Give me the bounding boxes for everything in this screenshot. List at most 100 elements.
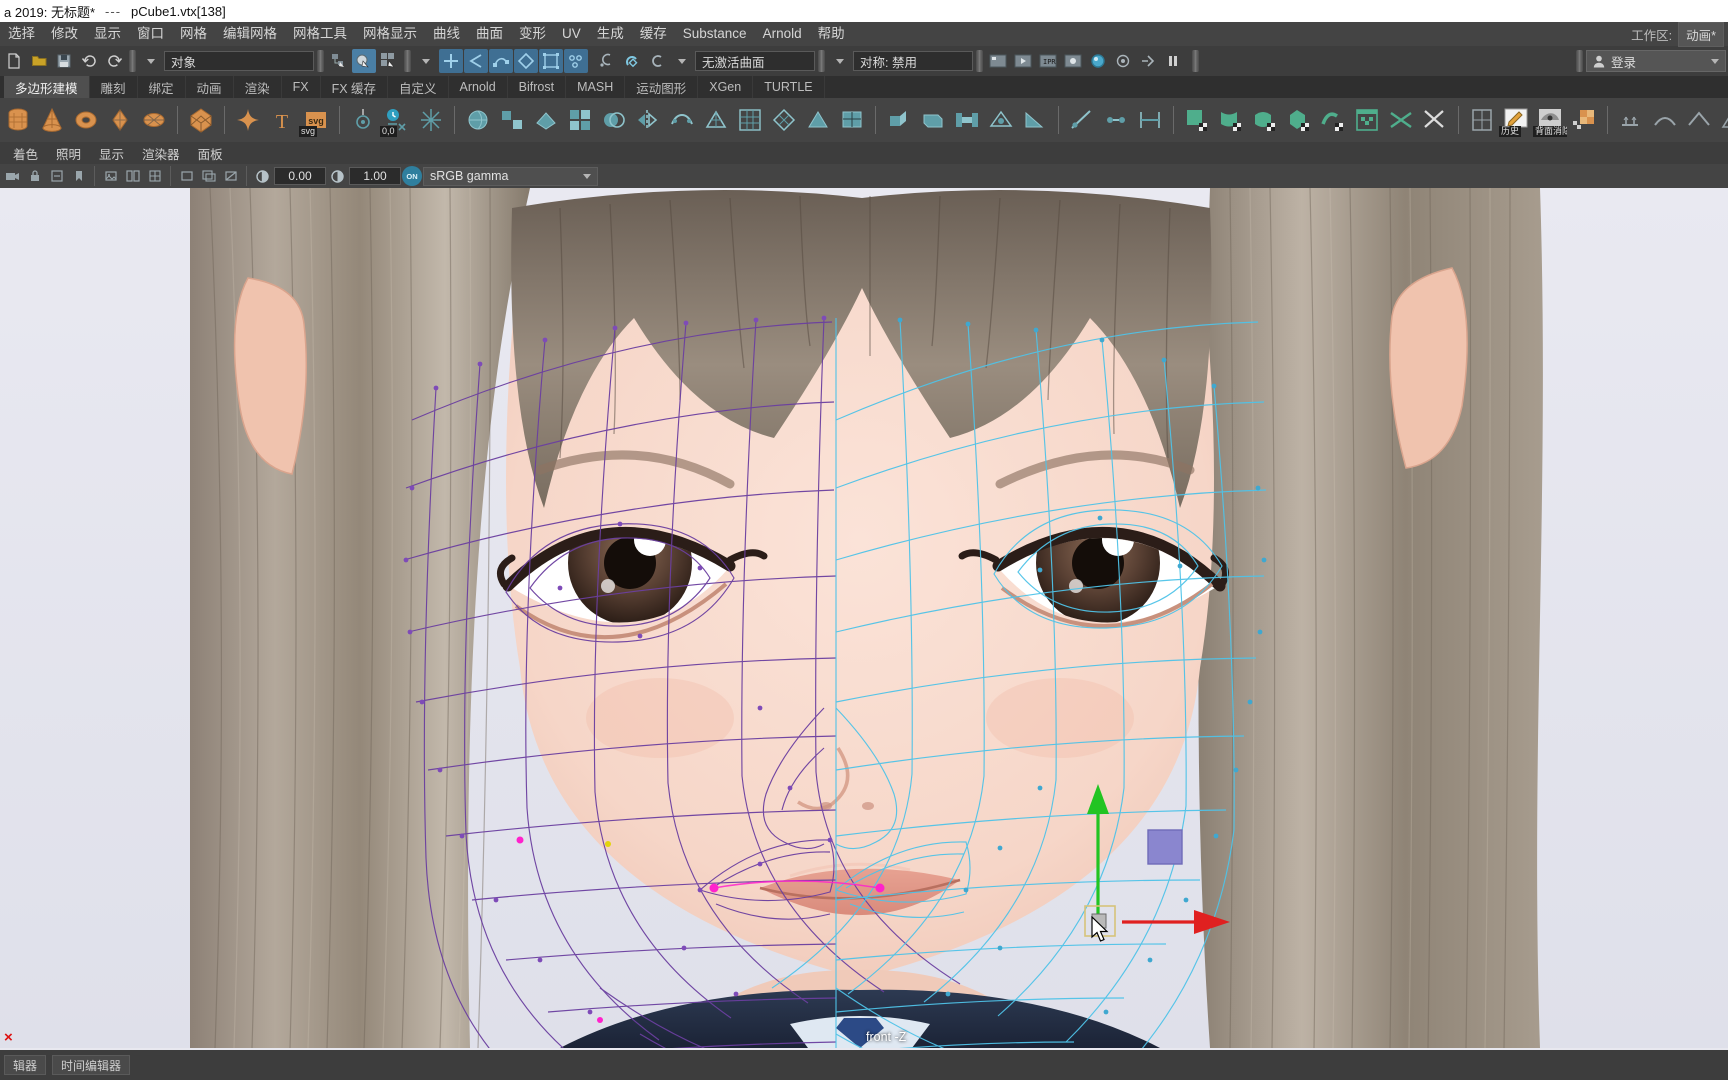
multi-cut-icon[interactable]	[1066, 104, 1098, 136]
shelf-tab-3[interactable]: 动画	[186, 76, 234, 98]
undo-icon[interactable]	[77, 49, 101, 73]
render-drag-handle[interactable]	[976, 50, 983, 72]
select-hierarchy-icon[interactable]	[327, 49, 351, 73]
menu-item-6[interactable]: 网格工具	[285, 23, 355, 45]
shelf-tab-2[interactable]: 绑定	[138, 76, 186, 98]
panel-menu-item-0[interactable]: 着色	[4, 142, 47, 165]
ipr-render-icon[interactable]	[1011, 49, 1035, 73]
snap-options-dropdown[interactable]	[414, 49, 438, 73]
poly-curve-tex-icon[interactable]	[1317, 104, 1349, 136]
active-surface-field[interactable]: 无激活曲面	[695, 51, 815, 71]
menu-item-5[interactable]: 编辑网格	[215, 23, 285, 45]
boolean-diff-icon[interactable]	[598, 104, 630, 136]
exposure-field[interactable]: 0.00	[274, 167, 326, 185]
menu-item-2[interactable]: 显示	[86, 23, 129, 45]
uv-merge-icon[interactable]	[1385, 104, 1417, 136]
viewport-3d[interactable]: front -Z ×	[0, 188, 1728, 1050]
crease-icon[interactable]	[1717, 104, 1728, 136]
film-gate-icon[interactable]	[176, 166, 197, 186]
poly-quad-draw-icon[interactable]	[1181, 104, 1213, 136]
mirror-geometry-icon[interactable]	[632, 104, 664, 136]
symmetry-dropdown[interactable]	[828, 49, 852, 73]
render-current-frame-icon[interactable]	[986, 49, 1010, 73]
menu-item-14[interactable]: Substance	[675, 23, 755, 45]
shelf-tab-5[interactable]: FX	[282, 76, 321, 98]
menu-item-10[interactable]: 变形	[511, 23, 554, 45]
select-component-icon[interactable]	[377, 49, 401, 73]
workspace-value[interactable]: 动画*	[1678, 21, 1724, 47]
poly-super-shape-icon[interactable]	[232, 104, 264, 136]
exposure-icon[interactable]	[252, 166, 273, 186]
gate-mask-icon[interactable]	[220, 166, 241, 186]
shelf-tab-0[interactable]: 多边形建模	[4, 76, 90, 98]
poly-torus-icon[interactable]	[70, 104, 102, 136]
poly-disc-icon[interactable]	[138, 104, 170, 136]
connect-icon[interactable]	[1134, 104, 1166, 136]
two-panes-icon[interactable]	[122, 166, 143, 186]
shelf-tab-1[interactable]: 雕刻	[90, 76, 138, 98]
shelf-tab-9[interactable]: Bifrost	[508, 76, 567, 98]
snap-view-plane-icon[interactable]	[539, 49, 563, 73]
login-drag-handle[interactable]	[1576, 50, 1583, 72]
extrude-icon[interactable]	[883, 104, 915, 136]
poly-platonic-icon[interactable]	[185, 104, 217, 136]
color-management-toggle[interactable]: ON	[402, 166, 422, 186]
retopo-icon[interactable]	[768, 104, 800, 136]
uv-grid-icon[interactable]	[1466, 104, 1498, 136]
backface-cull-icon[interactable]: 背面消隐	[1533, 104, 1567, 137]
uv-cut-icon[interactable]	[1419, 104, 1451, 136]
menu-item-11[interactable]: UV	[554, 23, 589, 45]
menu-item-7[interactable]: 网格显示	[355, 23, 425, 45]
boolean-union-icon[interactable]	[564, 104, 596, 136]
magnet-icon[interactable]	[620, 49, 644, 73]
select-mask-drag-handle[interactable]	[317, 50, 324, 72]
poly-surface2-icon[interactable]	[1249, 104, 1281, 136]
shelf-tab-12[interactable]: XGen	[698, 76, 754, 98]
triangulate-icon[interactable]	[802, 104, 834, 136]
panel-menu-item-1[interactable]: 照明	[47, 142, 90, 165]
menu-item-3[interactable]: 窗口	[129, 23, 172, 45]
selection-mode-field[interactable]: 对象	[164, 51, 314, 71]
select-camera-icon[interactable]	[2, 166, 23, 186]
menu-item-16[interactable]: 帮助	[810, 23, 853, 45]
shelf-tab-13[interactable]: TURTLE	[753, 76, 825, 98]
menu-item-12[interactable]: 生成	[589, 23, 632, 45]
shelf-tab-10[interactable]: MASH	[566, 76, 626, 98]
surface-dropdown[interactable]	[670, 49, 694, 73]
resolution-gate-icon[interactable]	[198, 166, 219, 186]
history-icon[interactable]: 历史	[1499, 104, 1532, 137]
render-settings-icon[interactable]: IPR	[1036, 49, 1060, 73]
render-view-icon[interactable]	[1061, 49, 1085, 73]
shelf-tab-8[interactable]: Arnold	[449, 76, 508, 98]
menu-item-4[interactable]: 网格	[172, 23, 215, 45]
sign-in-button[interactable]: 登录	[1586, 50, 1726, 72]
smooth-icon[interactable]	[666, 104, 698, 136]
pause-icon[interactable]	[1161, 49, 1185, 73]
quadrangulate-icon[interactable]	[836, 104, 868, 136]
target-weld-icon[interactable]	[1100, 104, 1132, 136]
open-scene-icon[interactable]	[27, 49, 51, 73]
image-plane-icon[interactable]	[100, 166, 121, 186]
panel-menu-item-3[interactable]: 渲染器	[133, 142, 189, 165]
menu-item-13[interactable]: 缓存	[632, 23, 675, 45]
bottom-button-1[interactable]: 时间编辑器	[52, 1055, 131, 1075]
color-transform-select[interactable]: sRGB gamma	[423, 166, 598, 186]
wedge-icon[interactable]	[1019, 104, 1051, 136]
render-sequence-icon[interactable]	[1111, 49, 1135, 73]
poly-cylinder-icon[interactable]	[2, 104, 34, 136]
bridge-icon[interactable]	[951, 104, 983, 136]
remesh-icon[interactable]	[734, 104, 766, 136]
reduce-icon[interactable]	[700, 104, 732, 136]
poly-type-icon[interactable]: T	[266, 104, 298, 136]
sculpt-target-icon[interactable]	[347, 104, 379, 136]
new-scene-icon[interactable]	[2, 49, 26, 73]
panel-menu-item-2[interactable]: 显示	[90, 142, 133, 165]
poly-cube-tex-icon[interactable]	[1283, 104, 1315, 136]
snap-to-curve-icon[interactable]	[464, 49, 488, 73]
bevel-icon[interactable]	[917, 104, 949, 136]
poly-plane-icon[interactable]	[104, 104, 136, 136]
combine-icon[interactable]	[462, 104, 494, 136]
poly-cone-icon[interactable]	[36, 104, 68, 136]
lock-camera-icon[interactable]	[24, 166, 45, 186]
snap-to-grid-icon[interactable]	[439, 49, 463, 73]
